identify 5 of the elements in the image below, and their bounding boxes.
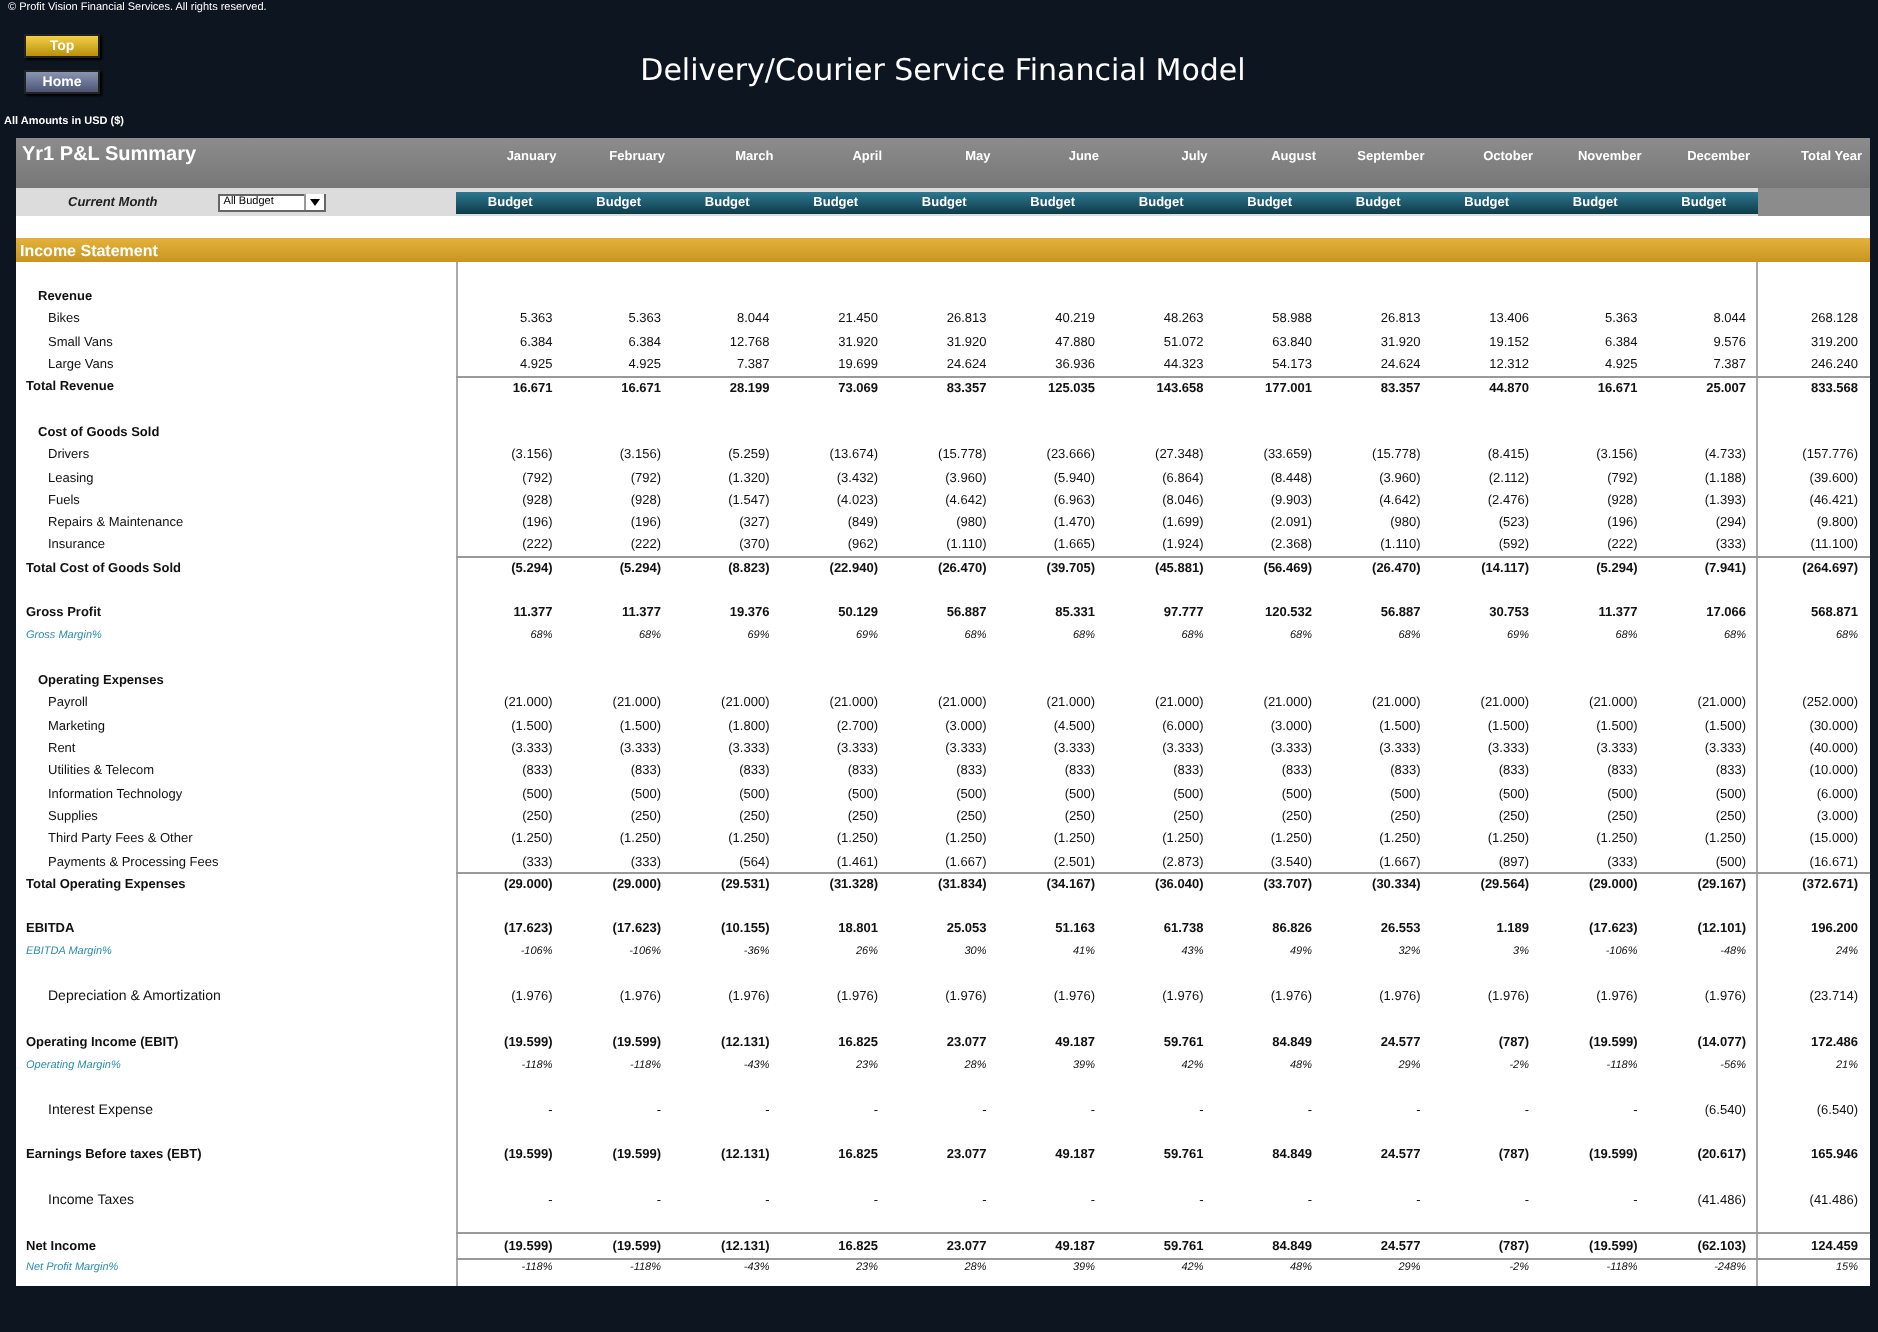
caret-icon [303,194,324,210]
header-filler [1758,188,1870,216]
section-title-bar: Income Statement [16,238,1870,262]
summary-title: Yr1 P&L Summary [20,144,199,166]
page-title: Delivery/Courier Service Financial Model [638,50,1248,88]
